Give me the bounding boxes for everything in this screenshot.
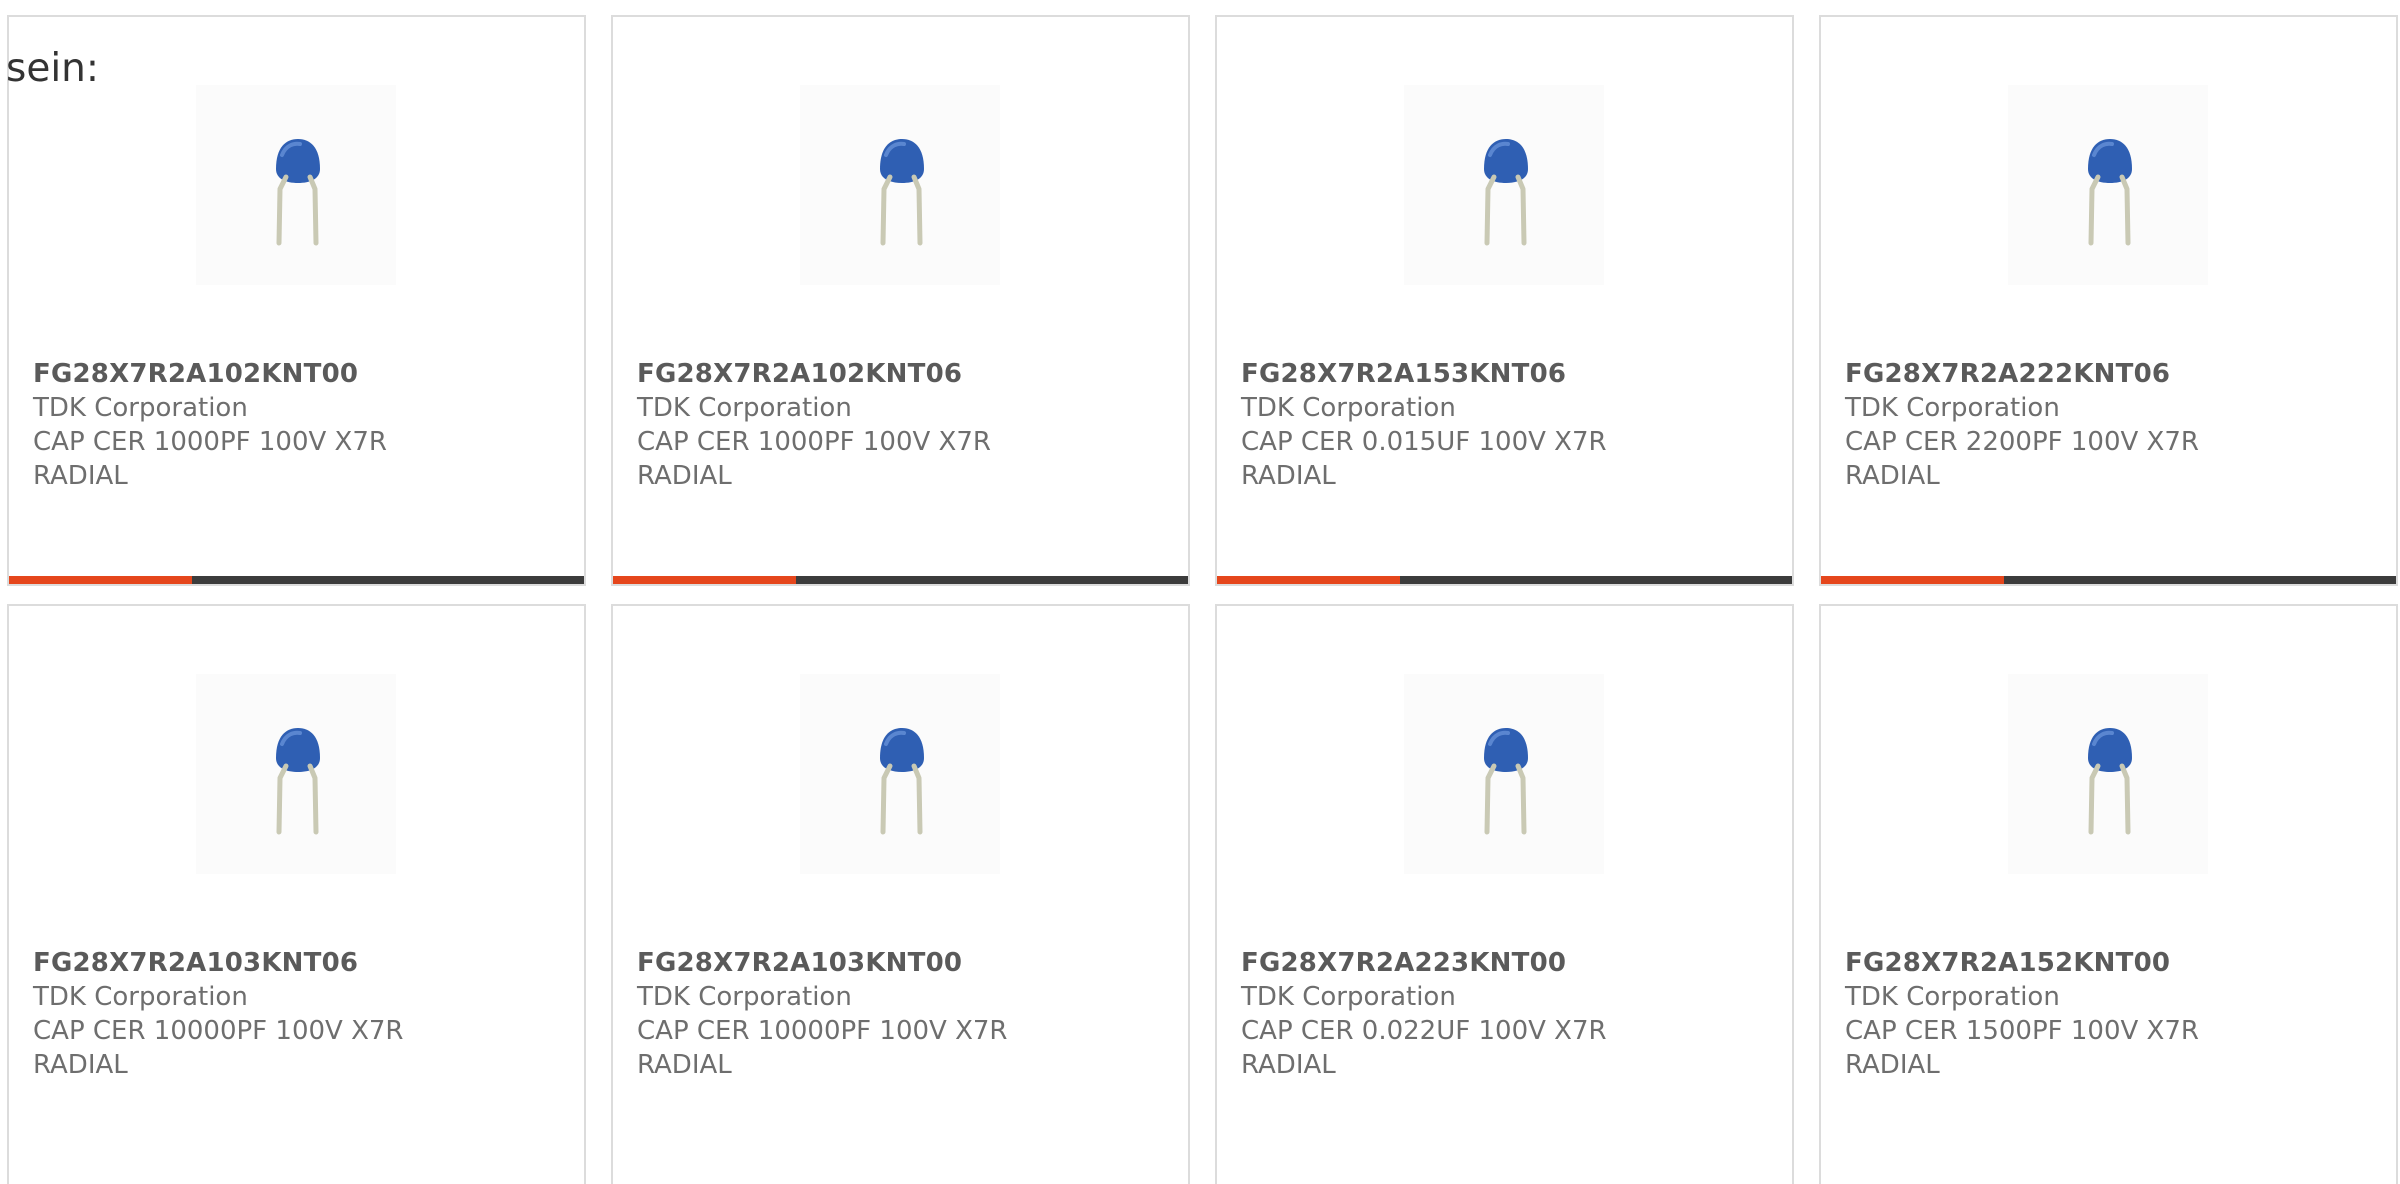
product-description: CAP CER 0.015UF 100V X7R RADIAL xyxy=(1241,427,1607,491)
card-accent-bar xyxy=(9,576,192,584)
product-info: FG28X7R2A103KNT00 TDK Corporation CAP CE… xyxy=(637,946,1168,1082)
product-info: FG28X7R2A102KNT06 TDK Corporation CAP CE… xyxy=(637,357,1168,493)
part-number-link[interactable]: FG28X7R2A152KNT00 xyxy=(1845,946,2376,980)
manufacturer: TDK Corporation xyxy=(33,982,248,1012)
manufacturer: TDK Corporation xyxy=(637,393,852,423)
product-description: CAP CER 1500PF 100V X7R RADIAL xyxy=(1845,1016,2199,1080)
product-description: CAP CER 2200PF 100V X7R RADIAL xyxy=(1845,427,2199,491)
manufacturer: TDK Corporation xyxy=(1241,393,1456,423)
section-heading: sein: xyxy=(6,46,100,91)
card-footer-bar xyxy=(1821,576,2396,584)
product-description: CAP CER 10000PF 100V X7R RADIAL xyxy=(33,1016,404,1080)
product-card[interactable]: FG28X7R2A103KNT06 TDK Corporation CAP CE… xyxy=(7,604,586,1184)
ceramic-capacitor-icon[interactable] xyxy=(2008,85,2208,285)
product-info: FG28X7R2A103KNT06 TDK Corporation CAP CE… xyxy=(33,946,564,1082)
product-card[interactable]: FG28X7R2A103KNT00 TDK Corporation CAP CE… xyxy=(611,604,1190,1184)
product-card[interactable]: FG28X7R2A102KNT00 TDK Corporation CAP CE… xyxy=(7,15,586,586)
ceramic-capacitor-icon[interactable] xyxy=(1404,85,1604,285)
part-number-link[interactable]: FG28X7R2A153KNT06 xyxy=(1241,357,1772,391)
card-footer-bar xyxy=(1217,576,1792,584)
part-number-link[interactable]: FG28X7R2A223KNT00 xyxy=(1241,946,1772,980)
ceramic-capacitor-icon[interactable] xyxy=(2008,674,2208,874)
product-card[interactable]: FG28X7R2A223KNT00 TDK Corporation CAP CE… xyxy=(1215,604,1794,1184)
product-description: CAP CER 10000PF 100V X7R RADIAL xyxy=(637,1016,1008,1080)
product-card[interactable]: FG28X7R2A153KNT06 TDK Corporation CAP CE… xyxy=(1215,15,1794,586)
product-card[interactable]: FG28X7R2A152KNT00 TDK Corporation CAP CE… xyxy=(1819,604,2398,1184)
product-card[interactable]: FG28X7R2A222KNT06 TDK Corporation CAP CE… xyxy=(1819,15,2398,586)
card-accent-bar xyxy=(1217,576,1400,584)
card-footer-bar xyxy=(613,576,1188,584)
ceramic-capacitor-icon[interactable] xyxy=(800,674,1000,874)
manufacturer: TDK Corporation xyxy=(33,393,248,423)
product-info: FG28X7R2A222KNT06 TDK Corporation CAP CE… xyxy=(1845,357,2376,493)
manufacturer: TDK Corporation xyxy=(1845,982,2060,1012)
product-info: FG28X7R2A153KNT06 TDK Corporation CAP CE… xyxy=(1241,357,1772,493)
product-description: CAP CER 0.022UF 100V X7R RADIAL xyxy=(1241,1016,1607,1080)
part-number-link[interactable]: FG28X7R2A103KNT06 xyxy=(33,946,564,980)
card-accent-bar xyxy=(1821,576,2004,584)
product-description: CAP CER 1000PF 100V X7R RADIAL xyxy=(33,427,387,491)
manufacturer: TDK Corporation xyxy=(1241,982,1456,1012)
manufacturer: TDK Corporation xyxy=(1845,393,2060,423)
product-info: FG28X7R2A102KNT00 TDK Corporation CAP CE… xyxy=(33,357,564,493)
product-description: CAP CER 1000PF 100V X7R RADIAL xyxy=(637,427,991,491)
ceramic-capacitor-icon[interactable] xyxy=(800,85,1000,285)
manufacturer: TDK Corporation xyxy=(637,982,852,1012)
product-card[interactable]: FG28X7R2A102KNT06 TDK Corporation CAP CE… xyxy=(611,15,1190,586)
card-footer-bar xyxy=(9,576,584,584)
part-number-link[interactable]: FG28X7R2A222KNT06 xyxy=(1845,357,2376,391)
part-number-link[interactable]: FG28X7R2A102KNT00 xyxy=(33,357,564,391)
card-accent-bar xyxy=(613,576,796,584)
ceramic-capacitor-icon[interactable] xyxy=(1404,674,1604,874)
part-number-link[interactable]: FG28X7R2A102KNT06 xyxy=(637,357,1168,391)
part-number-link[interactable]: FG28X7R2A103KNT00 xyxy=(637,946,1168,980)
ceramic-capacitor-icon[interactable] xyxy=(196,85,396,285)
product-info: FG28X7R2A223KNT00 TDK Corporation CAP CE… xyxy=(1241,946,1772,1082)
product-info: FG28X7R2A152KNT00 TDK Corporation CAP CE… xyxy=(1845,946,2376,1082)
ceramic-capacitor-icon[interactable] xyxy=(196,674,396,874)
